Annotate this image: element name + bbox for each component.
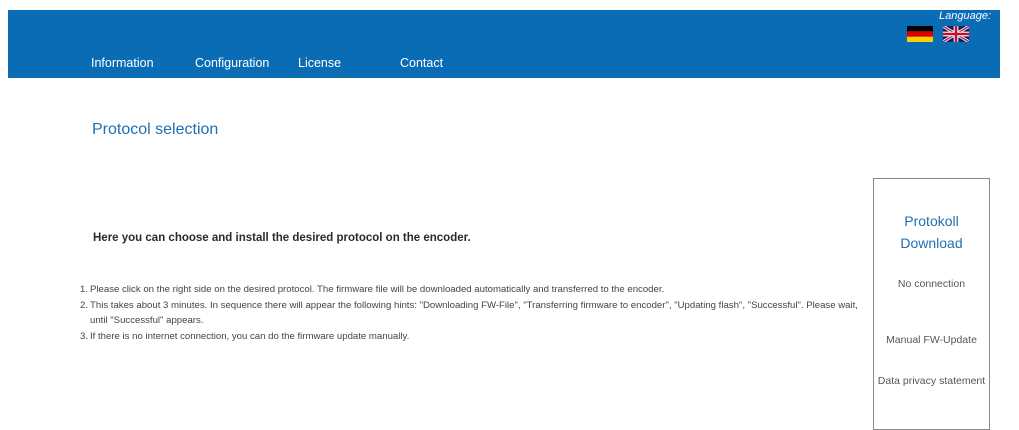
nav-configuration[interactable]: Configuration [195, 56, 269, 70]
step-text: If there is no internet connection, you … [90, 330, 410, 342]
nav-contact[interactable]: Contact [400, 56, 443, 70]
protocol-download-title[interactable]: Protokoll Download [874, 210, 989, 254]
list-item: 2. This takes about 3 minutes. In sequen… [80, 298, 860, 329]
manual-fw-update-link[interactable]: Manual FW-Update [874, 330, 989, 350]
list-item: 3. If there is no internet connection, y… [80, 329, 860, 345]
german-flag-icon[interactable] [907, 26, 933, 42]
uk-flag-icon[interactable] [943, 26, 969, 42]
step-text: Please click on the right side on the de… [90, 284, 665, 295]
step-number: 1. [80, 284, 89, 295]
language-label: Language: [939, 10, 991, 22]
connection-status: No connection [897, 278, 966, 290]
top-navigation-bar: Information Configuration License Contac… [8, 10, 1000, 78]
step-number: 2. [80, 299, 89, 311]
step-text: This takes about 3 minutes. In sequence … [90, 299, 858, 327]
list-item: 1. Please click on the right side on the… [80, 282, 860, 298]
nav-license[interactable]: License [298, 56, 341, 70]
step-number: 3. [80, 330, 89, 342]
protocol-download-panel: Protokoll Download No connection Manual … [873, 178, 990, 430]
intro-text: Here you can choose and install the desi… [93, 232, 471, 244]
page-title: Protocol selection [92, 121, 219, 138]
data-privacy-link[interactable]: Data privacy statement [874, 371, 989, 391]
nav-information[interactable]: Information [91, 56, 154, 70]
instruction-list: 1. Please click on the right side on the… [80, 282, 860, 344]
